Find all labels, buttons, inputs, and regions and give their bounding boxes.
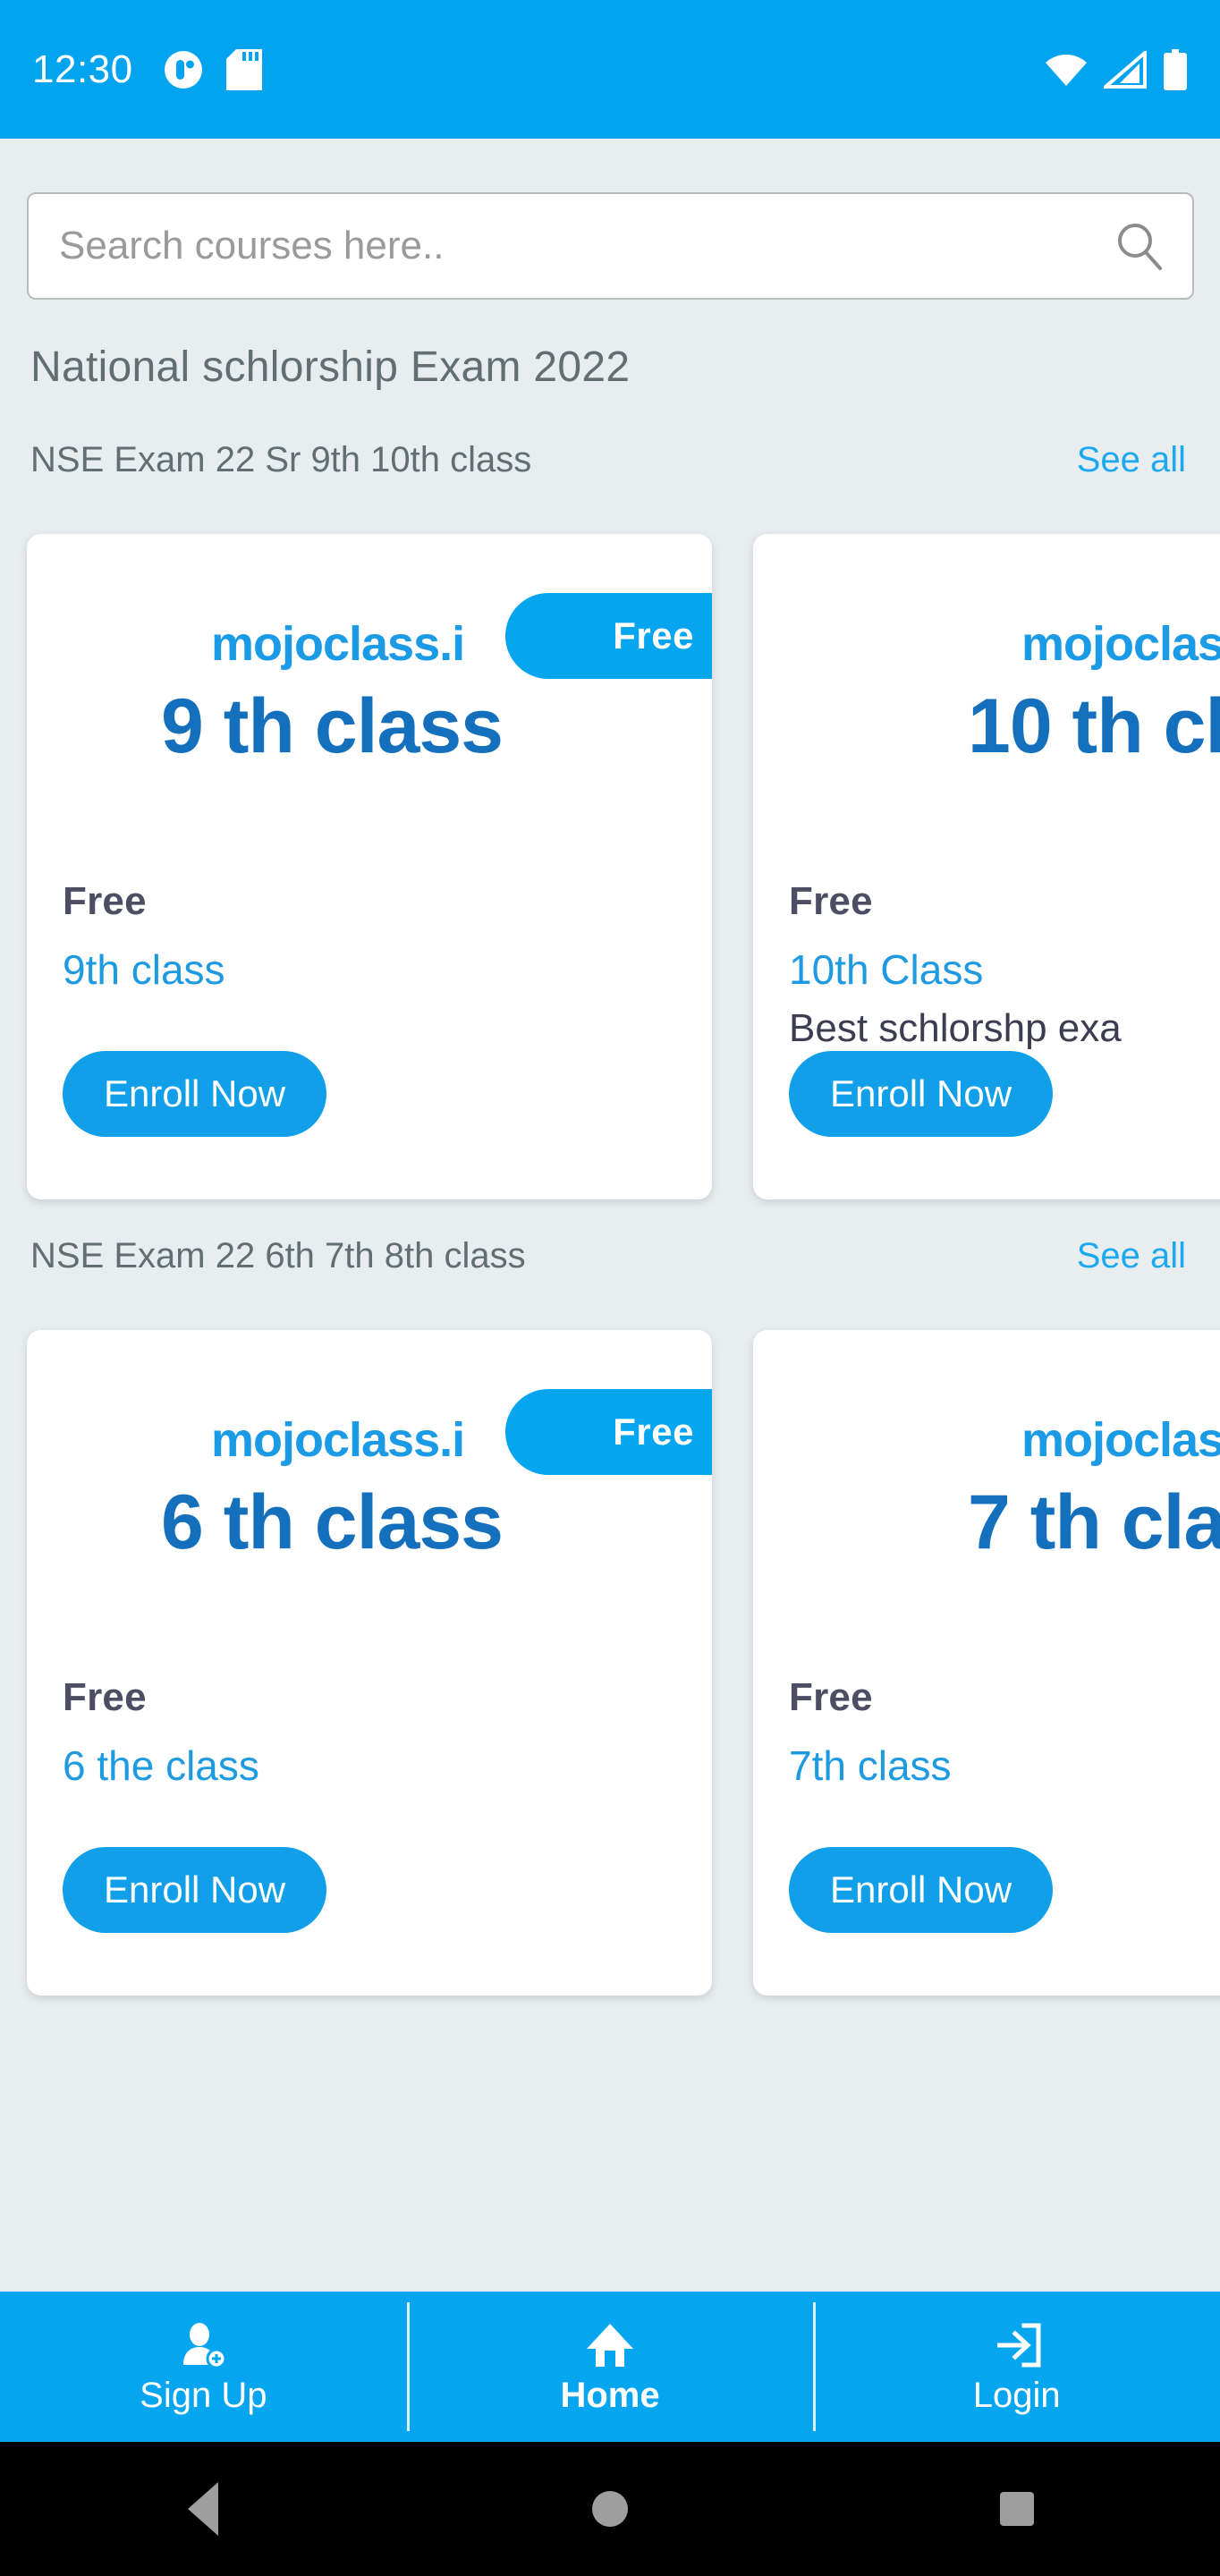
course-card[interactable]: mojoclass.i 9 th class Free Free 9th cla… [27,534,712,1199]
course-thumbnail: mojoclass.i 10 th cla [753,534,1220,849]
nav-label: Sign Up [140,2376,267,2415]
enroll-button[interactable]: Enroll Now [63,1847,327,1933]
course-card[interactable]: mojoclass.i 10 th cla Free 10th Class Be… [753,534,1220,1199]
section-title: NSE Exam 22 6th 7th 8th class [30,1236,526,1275]
status-bar: 12:30 [0,0,1220,139]
course-card-body: Free 6 the class Enroll Now [27,1645,712,1996]
back-button[interactable] [114,2442,292,2576]
back-triangle-icon [188,2482,219,2536]
recents-button[interactable] [928,2442,1106,2576]
brand-watermark: mojoclass. [1021,1413,1220,1467]
free-badge: Free [505,1389,712,1475]
search-bar[interactable] [27,192,1194,300]
course-thumbnail: mojoclass. 7 th cla [753,1330,1220,1645]
course-card[interactable]: mojoclass. 7 th cla Free 7th class Enrol… [753,1330,1220,1996]
course-name: 10th Class [789,946,984,993]
section-header-2: NSE Exam 22 6th 7th 8th class See all [30,1236,1190,1276]
status-bar-notification-icons [164,48,262,90]
page-title: National schlorship Exam 2022 [30,343,631,391]
wifi-icon [1046,54,1087,86]
nav-item-login[interactable]: Login [813,2292,1220,2442]
notification-icon [164,50,202,89]
nav-label: Login [972,2376,1061,2415]
free-badge: Free [505,593,712,679]
enroll-button[interactable]: Enroll Now [789,1847,1054,1933]
course-card-body: Free 10th Class Best schlorshp exa Enrol… [753,849,1220,1199]
bottom-navigation: Sign Up Home Login [0,2292,1220,2442]
course-card-body: Free 7th class Enroll Now [753,1645,1220,1996]
brand-watermark: mojoclass.i [211,617,465,671]
thumbnail-title: 9 th class [161,683,504,769]
home-icon [587,2324,633,2367]
nav-item-home[interactable]: Home [406,2292,814,2442]
section-header-1: NSE Exam 22 Sr 9th 10th class See all [30,440,1190,480]
course-thumbnail: mojoclass.i 9 th class Free [27,534,712,849]
section-title: NSE Exam 22 Sr 9th 10th class [30,440,532,479]
nav-label: Home [560,2376,660,2415]
see-all-link-1[interactable]: See all [1077,440,1190,480]
thumbnail-title: 10 th cla [968,683,1220,769]
nav-item-sign-up[interactable]: Sign Up [0,2292,407,2442]
brand-watermark: mojoclass.i [1021,617,1220,671]
battery-icon [1164,48,1187,90]
course-description: Best schlorshp exa [789,1006,1122,1050]
search-icon[interactable] [1114,220,1165,272]
sd-card-icon [225,48,262,90]
course-price: Free [63,1675,147,1719]
course-name: 6 the class [63,1742,259,1789]
home-circle-icon [591,2491,628,2527]
thumbnail-title: 6 th class [161,1479,504,1565]
login-arrow-icon [996,2323,1041,2368]
thumbnail-title: 7 th cla [968,1479,1220,1565]
course-thumbnail: mojoclass.i 6 th class Free [27,1330,712,1645]
brand-watermark: mojoclass.i [211,1413,465,1467]
course-name: 7th class [789,1742,952,1789]
search-input[interactable] [59,224,1114,268]
enroll-button[interactable]: Enroll Now [63,1051,327,1137]
enroll-button[interactable]: Enroll Now [789,1051,1054,1137]
course-row-1: mojoclass.i 9 th class Free Free 9th cla… [27,534,1220,1199]
recents-square-icon [999,2492,1034,2526]
course-card[interactable]: mojoclass.i 6 th class Free Free 6 the c… [27,1330,712,1996]
course-price: Free [63,879,147,923]
see-all-link-2[interactable]: See all [1077,1236,1190,1276]
course-name: 9th class [63,946,225,993]
course-card-body: Free 9th class Enroll Now [27,849,712,1199]
home-button[interactable] [521,2442,699,2576]
android-navigation-bar [0,2442,1220,2576]
course-price: Free [789,879,873,923]
status-bar-system-icons [1045,48,1188,90]
status-bar-clock: 12:30 [32,47,133,91]
course-price: Free [789,1675,873,1719]
cellular-signal-icon [1104,50,1147,89]
course-row-2: mojoclass.i 6 th class Free Free 6 the c… [27,1330,1220,1996]
person-add-icon [183,2323,227,2369]
